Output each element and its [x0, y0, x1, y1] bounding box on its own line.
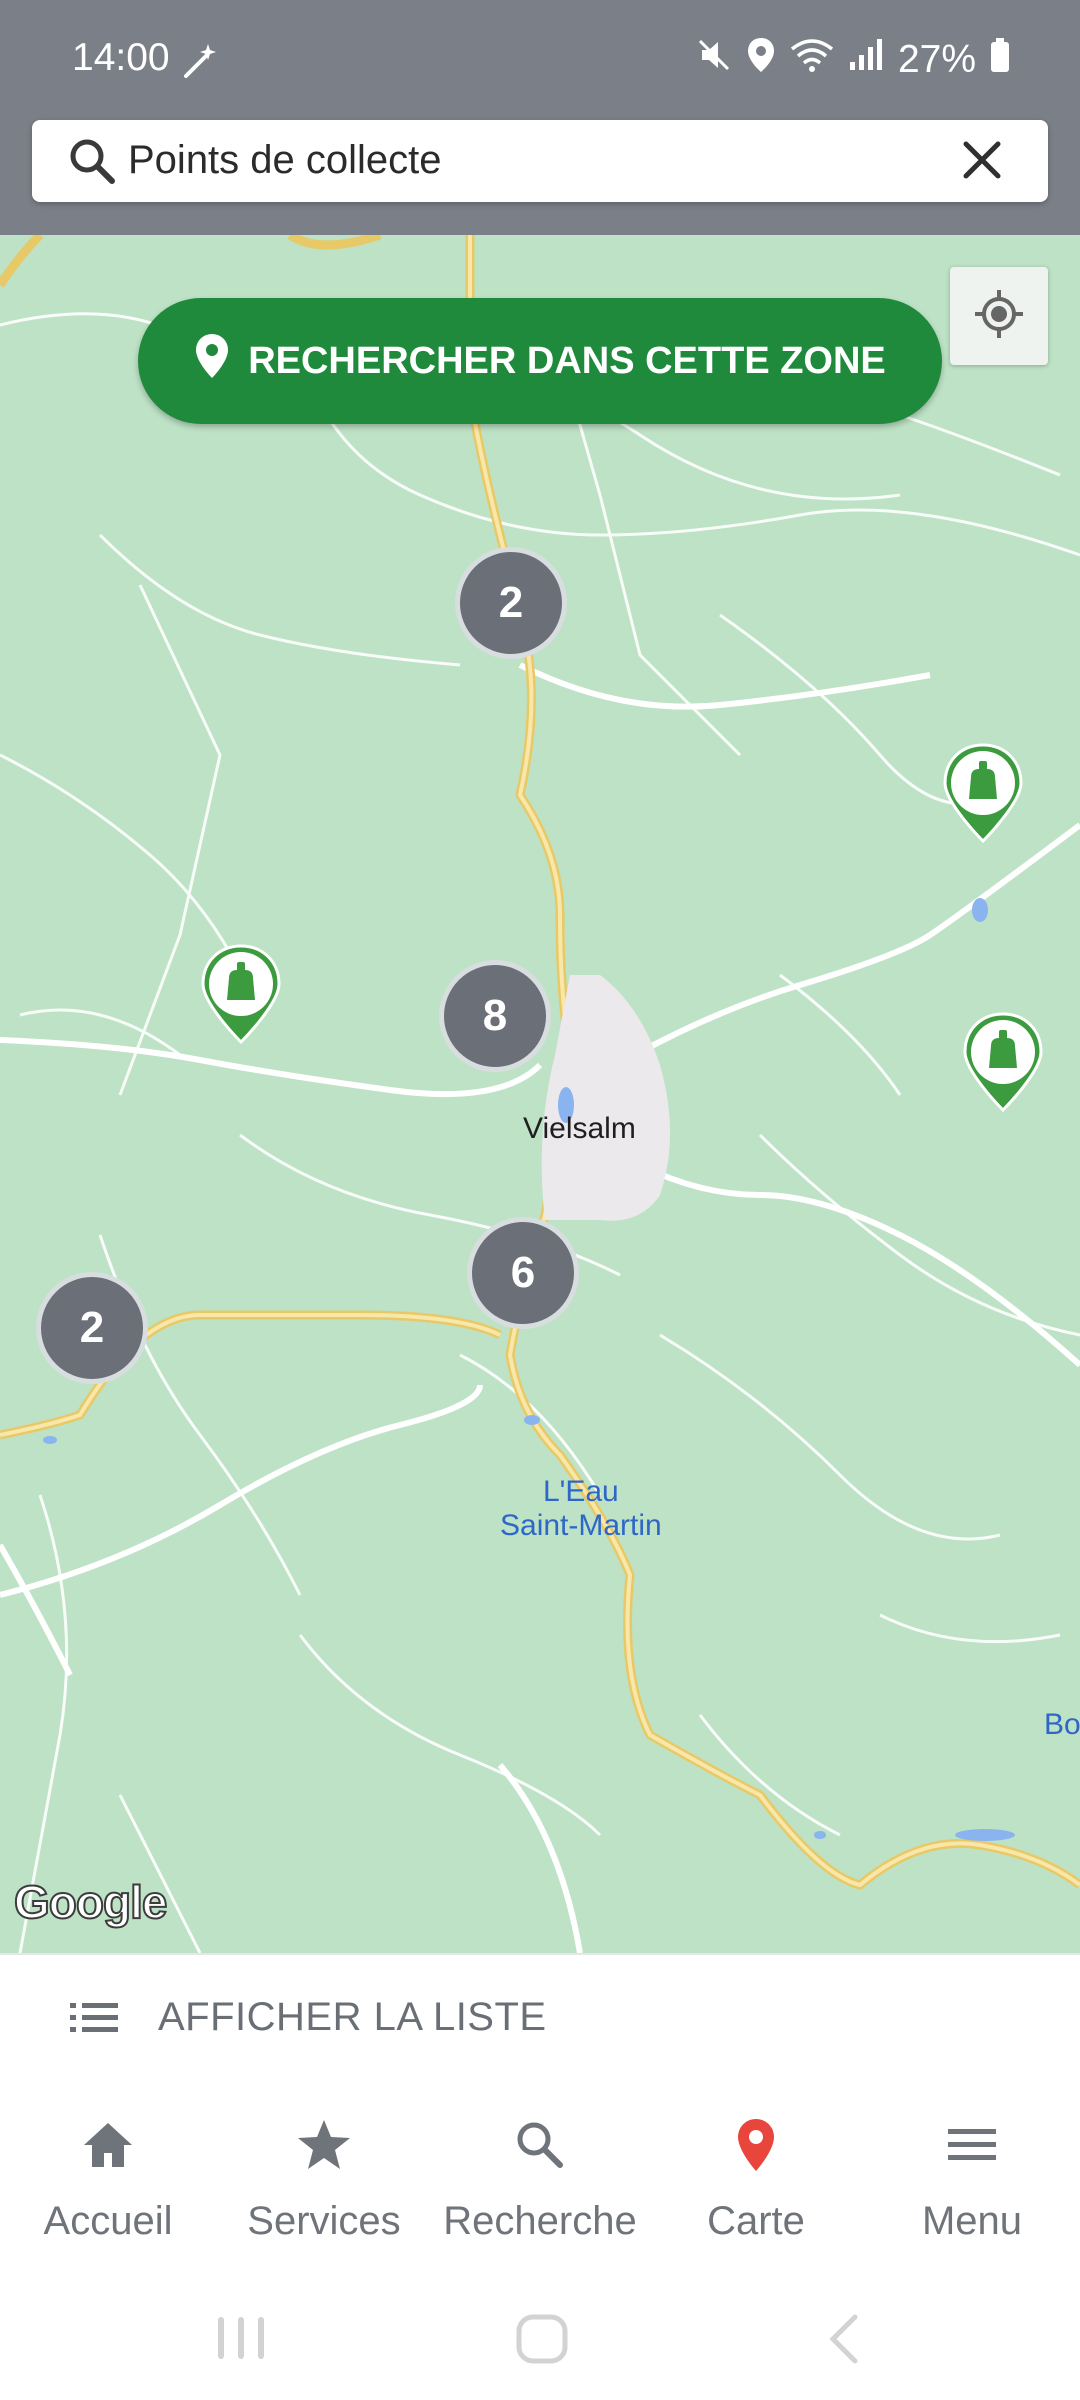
home-icon[interactable]	[515, 2313, 569, 2370]
collection-point-marker[interactable]	[199, 942, 283, 1046]
system-navigation-bar	[0, 2273, 1080, 2400]
wifi-icon	[790, 37, 834, 83]
town-label: Vielsalm	[523, 1112, 636, 1145]
status-bar: 14:00 27% Points de collecte	[0, 0, 1080, 235]
nav-label: Carte	[707, 2199, 805, 2243]
mute-icon	[696, 37, 732, 83]
location-icon	[746, 36, 776, 84]
status-time: 14:00	[72, 36, 170, 79]
nav-item-menu[interactable]: Menu	[864, 2113, 1080, 2244]
map-pin-icon	[648, 2113, 864, 2177]
marker-cluster[interactable]: 2	[455, 547, 567, 659]
nav-item-accueil[interactable]: Accueil	[0, 2113, 216, 2244]
battery-icon	[990, 37, 1010, 83]
recents-icon[interactable]	[214, 2313, 268, 2368]
signal-icon	[848, 38, 884, 82]
water-label-line: L'Eau	[542, 1475, 619, 1508]
collection-point-marker[interactable]	[941, 741, 1025, 845]
bottom-navigation: Accueil Services Recherche Carte Menu	[0, 2083, 1080, 2273]
menu-icon	[864, 2113, 1080, 2177]
water-label-line: Saint-Martin	[500, 1509, 662, 1542]
nav-label: Accueil	[43, 2199, 173, 2243]
water-label: L'Eau Saint-Martin	[500, 1475, 662, 1543]
magic-wand-icon	[180, 40, 220, 90]
search-input[interactable]: Points de collecte	[128, 138, 442, 183]
google-logo: Google	[13, 1875, 168, 1929]
my-location-button[interactable]	[950, 267, 1048, 365]
collection-bin-icon	[201, 944, 281, 1045]
edge-label: Bos	[1044, 1708, 1080, 1741]
close-icon[interactable]	[960, 138, 1004, 187]
marker-cluster[interactable]: 6	[467, 1217, 579, 1329]
show-list-label: AFFICHER LA LISTE	[158, 1995, 547, 2039]
star-icon	[216, 2113, 432, 2177]
nav-label: Services	[247, 2199, 401, 2243]
map-view[interactable]: RECHERCHER DANS CETTE ZONE 2 8 6 2 Viels…	[0, 235, 1080, 1953]
nav-label: Recherche	[443, 2199, 637, 2243]
marker-cluster[interactable]: 8	[439, 960, 551, 1072]
search-bar[interactable]: Points de collecte	[32, 120, 1048, 202]
collection-bin-icon	[963, 1012, 1043, 1113]
collection-bin-icon	[943, 743, 1023, 844]
home-icon	[0, 2113, 216, 2177]
map-pin-icon	[194, 332, 230, 390]
back-icon[interactable]	[823, 2313, 863, 2370]
nav-item-recherche[interactable]: Recherche	[432, 2113, 648, 2244]
show-list-button[interactable]: AFFICHER LA LISTE	[0, 1953, 1080, 2085]
search-icon	[432, 2113, 648, 2177]
search-icon	[68, 137, 116, 190]
map-roads	[0, 235, 1080, 1953]
nav-item-carte[interactable]: Carte	[648, 2113, 864, 2244]
marker-cluster[interactable]: 2	[36, 1272, 148, 1384]
list-icon	[70, 2001, 118, 2038]
nav-item-services[interactable]: Services	[216, 2113, 432, 2244]
collection-point-marker[interactable]	[961, 1010, 1045, 1114]
search-area-button[interactable]: RECHERCHER DANS CETTE ZONE	[138, 298, 942, 424]
crosshair-icon	[973, 288, 1025, 345]
search-area-label: RECHERCHER DANS CETTE ZONE	[248, 339, 886, 382]
battery-percent: 27%	[897, 38, 976, 81]
nav-label: Menu	[921, 2199, 1023, 2243]
